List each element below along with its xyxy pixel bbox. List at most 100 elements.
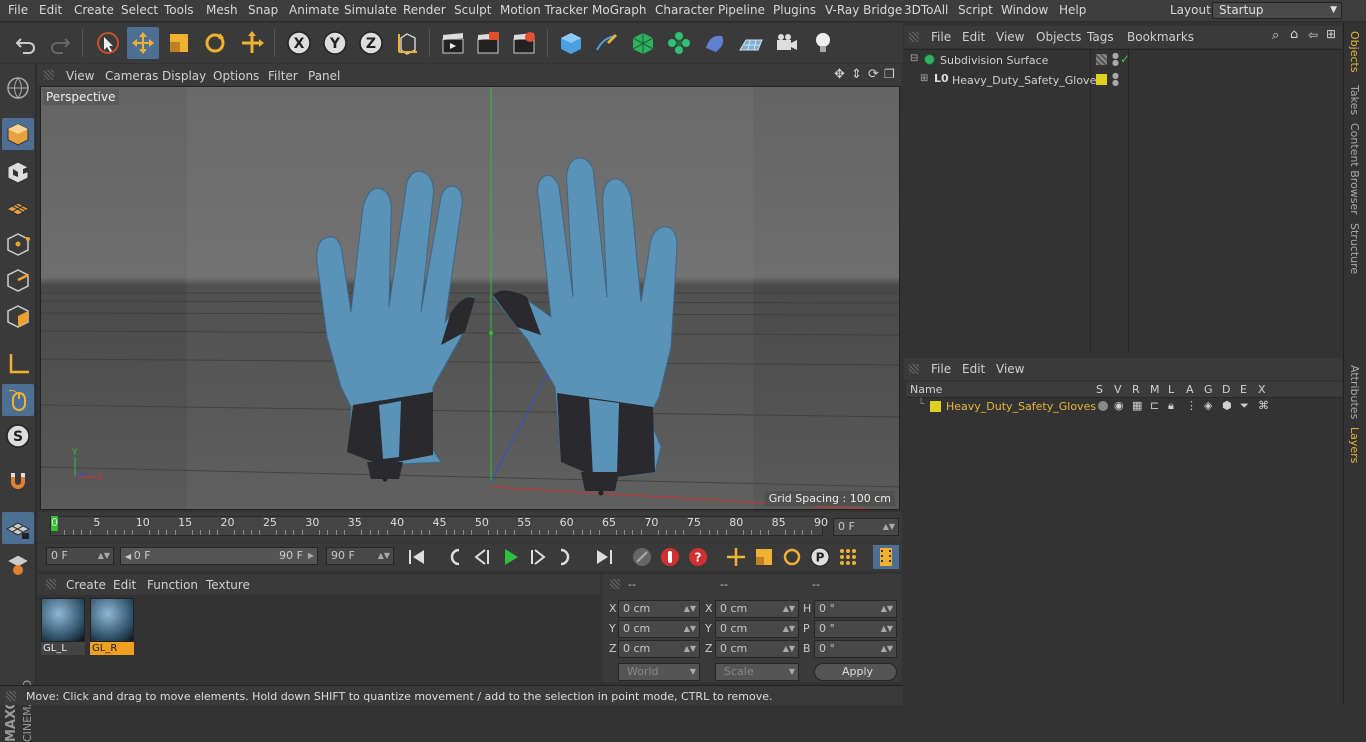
next-frame-button[interactable]: [525, 545, 551, 569]
menu-mesh[interactable]: Mesh: [206, 3, 238, 17]
menu-mograph[interactable]: MoGraph: [592, 3, 647, 17]
pos-x-field[interactable]: 0 cm▲▼: [618, 600, 700, 618]
expand-icon[interactable]: ⊞: [920, 73, 928, 84]
go-to-end-button[interactable]: [591, 545, 617, 569]
pos-y-field[interactable]: 0 cm▲▼: [618, 620, 700, 638]
visibility-dots-icon[interactable]: ●●: [1112, 52, 1119, 66]
subdivision-button[interactable]: [627, 27, 659, 59]
new-window-icon[interactable]: ⊞: [1326, 27, 1336, 41]
viewport-menu-view[interactable]: View: [66, 69, 94, 83]
material-gl-l[interactable]: GL_L: [41, 598, 85, 656]
object-row-subdivision[interactable]: ⊟ Subdivision Surface ●● ✓: [906, 52, 1340, 70]
checkmark-icon[interactable]: ✓: [1120, 52, 1130, 66]
menu-simulate[interactable]: Simulate: [344, 3, 397, 17]
frame-range-slider[interactable]: ◀ 0 F90 F▶: [120, 547, 318, 565]
live-selection-button[interactable]: [92, 27, 124, 59]
rot-b-field[interactable]: 0 °▲▼: [814, 640, 897, 658]
search-icon[interactable]: ⌕: [1272, 28, 1279, 43]
previous-frame-button[interactable]: [469, 545, 495, 569]
animation-icon[interactable]: ⋮: [1186, 399, 1197, 412]
render-region-button[interactable]: [472, 27, 504, 59]
pen-tool-button[interactable]: [590, 27, 622, 59]
column-name[interactable]: Name: [910, 383, 942, 396]
object-menu-bookmarks[interactable]: Bookmarks: [1127, 30, 1194, 44]
layer-color-icon[interactable]: [930, 401, 941, 412]
layer-swatch-icon[interactable]: [1096, 54, 1107, 65]
solo-mode-button[interactable]: S: [2, 420, 34, 452]
mograph-cloner-button[interactable]: [663, 27, 695, 59]
camera-button[interactable]: [771, 27, 803, 59]
menu-create[interactable]: Create: [74, 3, 114, 17]
solo-dot-icon[interactable]: [1098, 401, 1108, 411]
material-menu-texture[interactable]: Texture: [206, 578, 250, 592]
polygon-mode-button[interactable]: [2, 300, 34, 332]
lock-icon[interactable]: 🔒︎: [1168, 399, 1174, 413]
column-s[interactable]: S: [1096, 383, 1103, 396]
column-r[interactable]: R: [1132, 383, 1140, 396]
tweak-mode-button[interactable]: [2, 384, 34, 416]
scale-tool-button[interactable]: [163, 27, 195, 59]
key-rotation-button[interactable]: [779, 545, 805, 569]
column-e[interactable]: E: [1240, 383, 1247, 396]
key-position-button[interactable]: [723, 545, 749, 569]
render-settings-button[interactable]: [508, 27, 540, 59]
apply-button[interactable]: Apply: [814, 663, 897, 681]
manager-icon[interactable]: ⊏: [1150, 399, 1159, 412]
point-mode-button[interactable]: [2, 228, 34, 260]
menu-vray-bridge[interactable]: V-Ray Bridge: [825, 3, 902, 17]
autokey-button[interactable]: ?: [685, 545, 711, 569]
x-axis-button[interactable]: X: [283, 27, 315, 59]
play-button[interactable]: [497, 545, 523, 569]
object-row-gloves[interactable]: ⊞ L0 Heavy_Duty_Safety_Gloves ●●: [906, 72, 1340, 90]
object-menu-objects[interactable]: Objects: [1036, 30, 1081, 44]
current-frame-field[interactable]: 0 F▲▼: [833, 518, 899, 536]
viewport-menu-cameras[interactable]: Cameras: [105, 69, 158, 83]
menu-file[interactable]: File: [8, 3, 28, 17]
rot-h-field[interactable]: 0 °▲▼: [814, 600, 897, 618]
visibility-dots-icon[interactable]: ●●: [1112, 72, 1119, 86]
layer-row[interactable]: └ Heavy_Duty_Safety_Gloves ◉ ▦ ⊏ 🔒︎ ⋮ ◈ …: [906, 399, 1342, 415]
pos-z-field[interactable]: 0 cm▲▼: [618, 640, 700, 658]
tab-content-browser[interactable]: Content Browser: [1348, 123, 1361, 215]
go-to-start-button[interactable]: [404, 545, 430, 569]
material-menu-function[interactable]: Function: [147, 578, 198, 592]
camera-label[interactable]: Perspective: [43, 89, 119, 105]
y-axis-button[interactable]: Y: [319, 27, 351, 59]
rotate-view-icon[interactable]: ⟳: [868, 67, 879, 82]
workplane-button[interactable]: [2, 192, 34, 224]
layer-menu-view[interactable]: View: [996, 362, 1024, 376]
texture-mode-button[interactable]: [2, 156, 34, 188]
object-menu-file[interactable]: File: [931, 30, 951, 44]
eye-icon[interactable]: ◉: [1114, 399, 1124, 412]
render-view-button[interactable]: [437, 27, 469, 59]
menu-animate[interactable]: Animate: [289, 3, 339, 17]
menu-3dtoall[interactable]: 3DToAll: [904, 3, 948, 17]
layer-menu-edit[interactable]: Edit: [962, 362, 985, 376]
start-frame-field[interactable]: 0 F▲▼: [46, 547, 114, 565]
edge-mode-button[interactable]: [2, 264, 34, 296]
menu-tools[interactable]: Tools: [164, 3, 194, 17]
undo-button[interactable]: [10, 27, 42, 59]
menu-motion-tracker[interactable]: Motion Tracker: [500, 3, 588, 17]
viewport-menu-panel[interactable]: Panel: [308, 69, 340, 83]
cube-primitive-button[interactable]: [555, 27, 587, 59]
menu-select[interactable]: Select: [121, 3, 158, 17]
menu-pipeline[interactable]: Pipeline: [718, 3, 765, 17]
maximize-view-icon[interactable]: ❐: [884, 67, 895, 81]
back-arrow-icon[interactable]: ⇦: [1308, 28, 1318, 42]
column-g[interactable]: G: [1204, 383, 1213, 396]
collapse-icon[interactable]: ⊟: [910, 53, 918, 64]
menu-plugins[interactable]: Plugins: [773, 3, 816, 17]
menu-character[interactable]: Character: [655, 3, 714, 17]
menu-help[interactable]: Help: [1059, 3, 1086, 17]
key-pla-button[interactable]: [835, 545, 861, 569]
next-key-button[interactable]: [553, 545, 579, 569]
object-menu-view[interactable]: View: [996, 30, 1024, 44]
home-icon[interactable]: ⌂: [1290, 27, 1298, 42]
key-scale-button[interactable]: [751, 545, 777, 569]
rot-p-field[interactable]: 0 °▲▼: [814, 620, 897, 638]
layer-color-icon[interactable]: [1096, 74, 1107, 85]
floor-button[interactable]: [735, 27, 767, 59]
viewport-menu-filter[interactable]: Filter: [268, 69, 298, 83]
record-disabled-button[interactable]: [629, 545, 655, 569]
